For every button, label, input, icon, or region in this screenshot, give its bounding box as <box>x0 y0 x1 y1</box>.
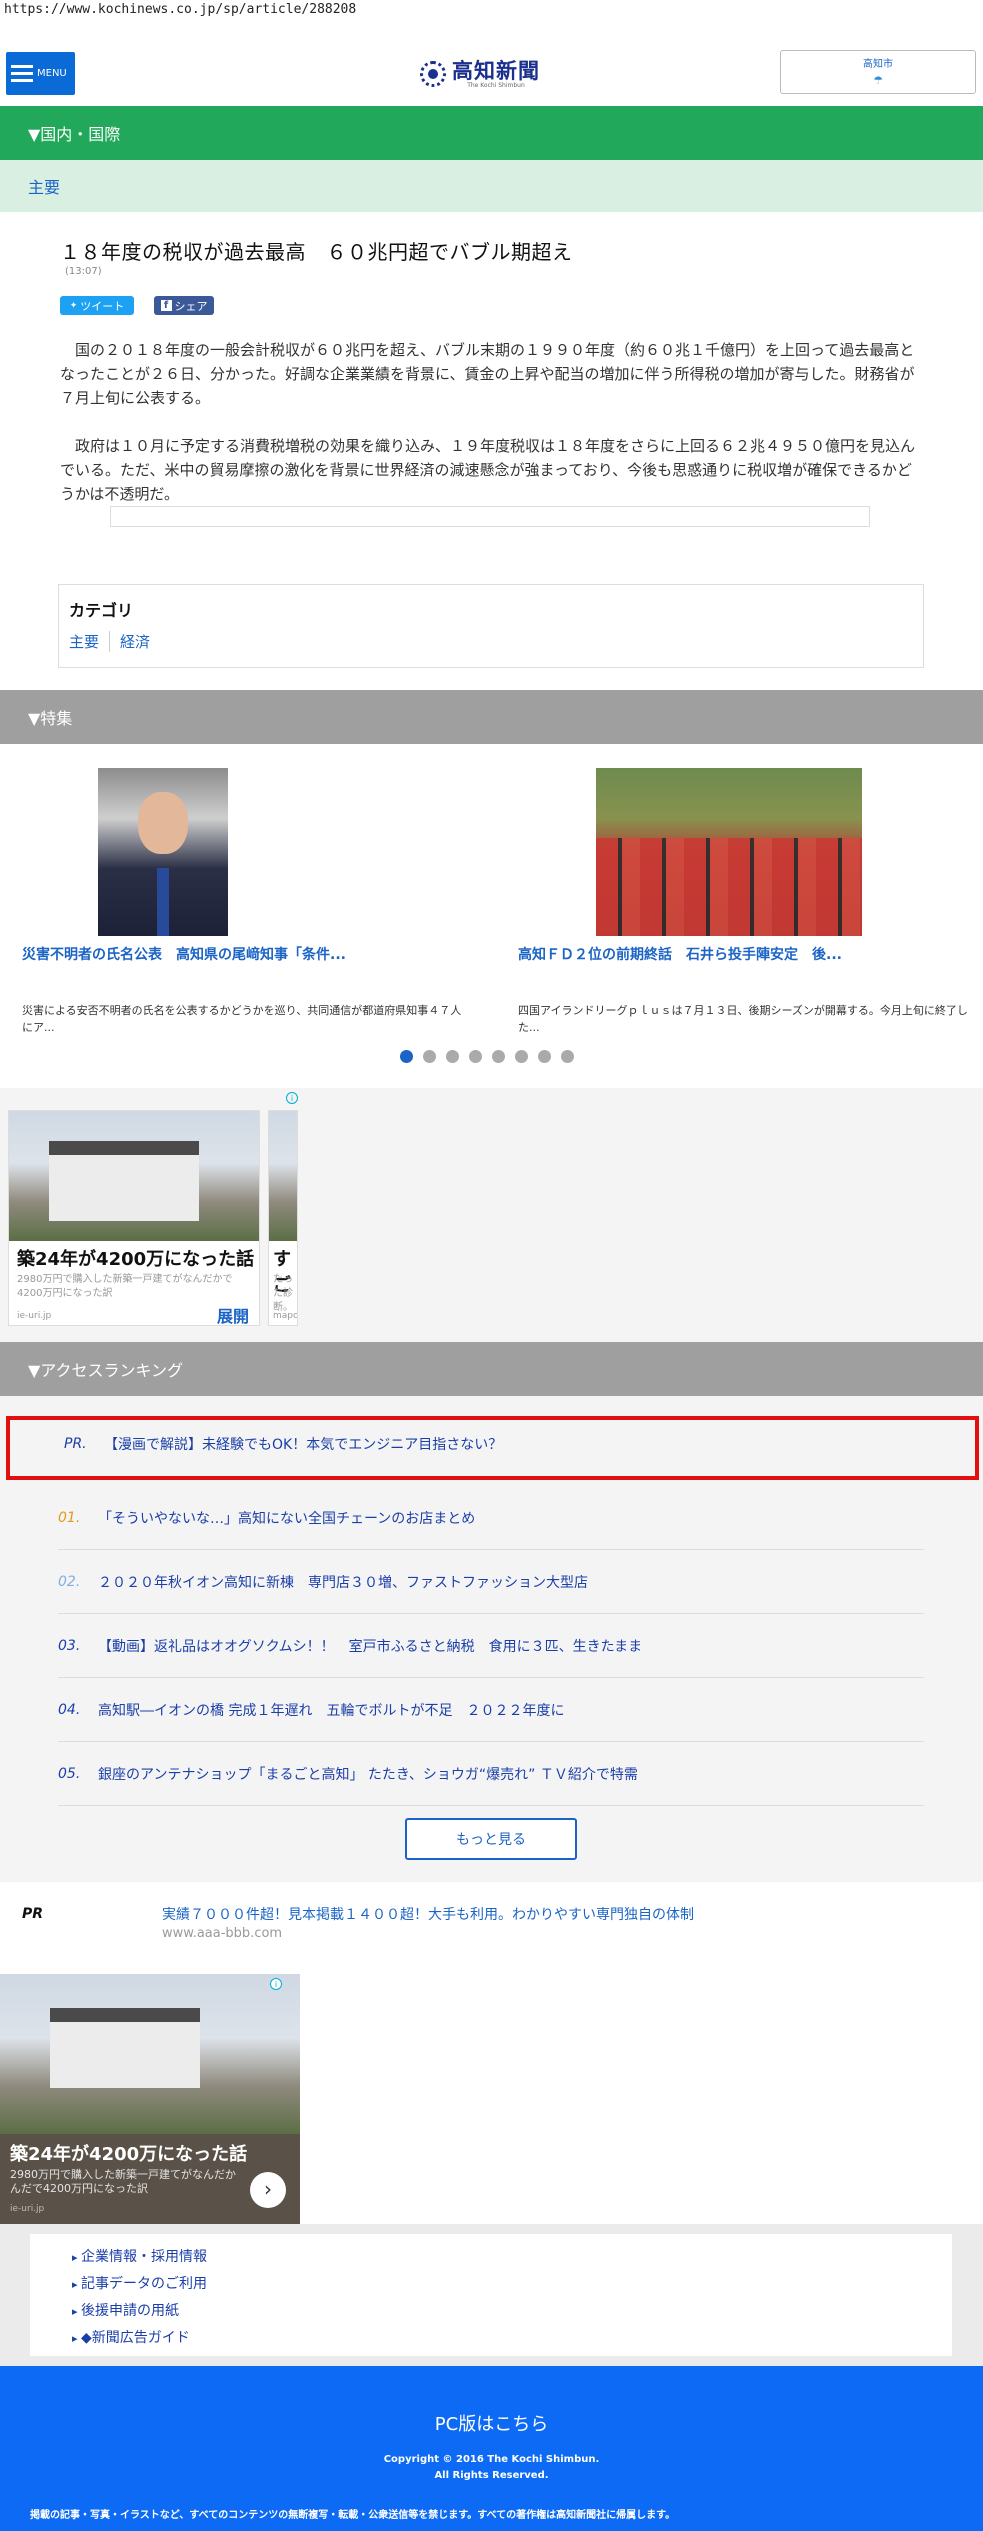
menu-button[interactable]: MENU <box>6 52 75 95</box>
footer-link-ad-guide[interactable]: ◆新聞広告ガイド <box>72 2327 952 2354</box>
section-header-domestic: ▼国内・国際 <box>0 106 983 160</box>
ranking-row[interactable]: 05. 銀座のアンテナショップ「まるごと高知」 たたき、ショウガ“爆売れ” ＴＶ紹… <box>58 1742 924 1806</box>
feature-link-1[interactable]: 災害不明者の氏名公表 高知県の尾﨑知事「条件... <box>22 944 346 964</box>
section-header-feature: ▼特集 <box>0 690 983 744</box>
share-label: シェア <box>174 299 208 313</box>
ranking-title: 【動画】返礼品はオオグソクムシ！！ 室戸市ふるさと納税 食用に３匹、生きたまま <box>98 1638 643 1655</box>
site-footer: PC版はこちら Copyright © 2016 The Kochi Shimb… <box>0 2366 983 2531</box>
ranking-row[interactable]: 04. 高知駅―イオンの橋 完成１年遅れ 五輪でボルトが不足 ２０２２年度に <box>58 1678 924 1742</box>
hamburger-icon <box>11 61 33 86</box>
ad-sub-2: たった診断。 <box>273 1274 293 1313</box>
section-header-ranking: ▼アクセスランキング <box>0 1342 983 1396</box>
pc-version-link[interactable]: PC版はこちら <box>0 2410 983 2436</box>
carousel-dot[interactable] <box>446 1050 459 1063</box>
banner-ad-source: ie-uri.jp <box>10 2204 45 2214</box>
ad-card-1[interactable]: 築24年が4200万になった話 2980万円で購入した新築一戸建てがなんだかで4… <box>8 1110 260 1326</box>
carousel-dot[interactable] <box>469 1050 482 1063</box>
umbrella-icon: ☂ <box>873 74 883 87</box>
carousel-dot[interactable] <box>515 1050 528 1063</box>
weather-city: 高知市 <box>863 59 893 70</box>
category-box: カテゴリ 主要 経済 <box>58 584 924 668</box>
logo-english: The Kochi Shimbun <box>467 81 525 89</box>
chevron-right-icon[interactable]: › <box>250 2172 286 2208</box>
feature-desc-2: 四国アイランドリーグｐｌｕｓは７月１３日、後期シーズンが開幕する。今月上旬に終了… <box>518 1004 968 1034</box>
copyright-line-1: Copyright © 2016 The Kochi Shimbun. <box>383 2454 600 2465</box>
ranking-row[interactable]: 02. ２０２０年秋イオン高知に新棟 専門店３０増、ファストファッション大型店 <box>58 1550 924 1614</box>
tweet-label: ツイート <box>80 299 125 313</box>
footer-link-data[interactable]: 記事データのご利用 <box>72 2273 952 2300</box>
footer-links-area: 企業情報・採用情報 記事データのご利用 後援申請の用紙 ◆新聞広告ガイド <box>0 2224 983 2366</box>
ad-info-icon[interactable]: i <box>286 1092 298 1104</box>
ranking-title: 高知駅―イオンの橋 完成１年遅れ 五輪でボルトが不足 ２０２２年度に <box>98 1702 565 1719</box>
pr-ad-label: PR <box>22 1906 44 1922</box>
category-link-main[interactable]: 主要 <box>69 631 109 652</box>
footer-link-company[interactable]: 企業情報・採用情報 <box>72 2246 952 2273</box>
copyright-notice: 掲載の記事・写真・イラストなど、すべてのコンテンツの無断複写・転載・公衆送信等を… <box>30 2510 676 2521</box>
copyright-line-2: All Rights Reserved. <box>434 2470 549 2481</box>
ad-sub-1: 2980万円で購入した新築一戸建てがなんだかで4200万円になった訳 <box>17 1274 233 1299</box>
banner-ad-sub: 2980万円で購入した新築一戸建てがなんだかんだで4200万円になった訳 <box>10 2168 236 2195</box>
site-header: MENU 高知新聞 The Kochi Shimbun 高知市 ☂ <box>0 40 983 106</box>
tweet-button[interactable]: ✦ ツイート <box>60 296 134 315</box>
article-paragraph-2: 政府は１０月に予定する消費税増税の効果を織り込み、１９年度税収は１８年度をさらに… <box>60 437 916 503</box>
pr-text-ad[interactable]: PR 実績７０００件超！見本掲載１４００超！大手も利用。わかりやすい専門独自の体… <box>0 1882 983 1968</box>
ranking-number: 04. <box>58 1701 81 1718</box>
logo-text: 高知新聞 <box>452 57 540 83</box>
menu-label: MENU <box>37 68 67 79</box>
ad-info-icon[interactable]: i <box>270 1978 282 1990</box>
ranking-row[interactable]: 01. 「そういやないな…」高知にない全国チェーンのお店まとめ <box>58 1486 924 1550</box>
ranking-number: 05. <box>58 1765 81 1782</box>
ranking-pr-row[interactable]: PR. 【漫画で解説】未経験でもOK！本気でエンジニア目指さない？ <box>6 1416 979 1480</box>
ranking-title: 「そういやないな…」高知にない全国チェーンのお店まとめ <box>98 1510 476 1527</box>
twitter-bird-icon: ✦ <box>69 300 78 311</box>
embed-placeholder <box>110 506 870 527</box>
feature-image-2[interactable] <box>596 768 862 936</box>
article-paragraph-1: 国の２０１８年度の一般会計税収が６０兆円を超え、バブル末期の１９９０年度（約６０… <box>60 341 915 407</box>
url-bar[interactable]: https://www.kochinews.co.jp/sp/article/2… <box>0 0 983 22</box>
pr-ad-link[interactable]: 実績７０００件超！見本掲載１４００超！大手も利用。わかりやすい専門独自の体制 <box>162 1904 694 1924</box>
pr-ad-domain: www.aaa-bbb.com <box>162 1926 283 1941</box>
carousel-dot[interactable] <box>492 1050 505 1063</box>
pr-label: PR. <box>64 1436 87 1452</box>
site-logo[interactable]: 高知新聞 The Kochi Shimbun <box>420 56 565 92</box>
ad-source-1: ie-uri.jp <box>17 1311 52 1321</box>
ranking-title: 銀座のアンテナショップ「まるごと高知」 たたき、ショウガ“爆売れ” ＴＶ紹介で特… <box>98 1766 638 1783</box>
article-time: (13:07) <box>65 266 102 277</box>
ranking-number: 01. <box>58 1509 81 1526</box>
ad-title-1: 築24年が4200万になった話 <box>17 1249 255 1270</box>
banner-ad[interactable]: 築24年が4200万になった話 2980万円で購入した新築一戸建てがなんだかんだ… <box>0 1974 300 2224</box>
ranking-list: PR. 【漫画で解説】未経験でもOK！本気でエンジニア目指さない？ 01. 「そう… <box>0 1396 983 1882</box>
carousel-dot[interactable] <box>561 1050 574 1063</box>
ranking-title: ２０２０年秋イオン高知に新棟 専門店３０増、ファストファッション大型店 <box>98 1574 588 1591</box>
category-title: カテゴリ <box>69 601 134 620</box>
ad-carousel[interactable]: 築24年が4200万になった話 2980万円で購入した新築一戸建てがなんだかで4… <box>0 1088 983 1342</box>
ad-source-2: mapo <box>273 1311 298 1321</box>
feature-image-1[interactable] <box>98 768 228 936</box>
category-link-economy[interactable]: 経済 <box>109 631 160 652</box>
ranking-number: 02. <box>58 1573 81 1590</box>
more-button[interactable]: もっと見る <box>405 1818 577 1860</box>
ad-expand-button[interactable]: 展開 <box>217 1303 249 1325</box>
carousel-dot[interactable] <box>538 1050 551 1063</box>
facebook-share-button[interactable]: f シェア <box>154 296 214 315</box>
feature-desc-1: 災害による安否不明者の氏名を公表するかどうかを巡り、共同通信が都道府県知事４７人… <box>22 1004 462 1034</box>
weather-widget[interactable]: 高知市 ☂ <box>780 50 976 94</box>
sun-logo-icon <box>420 61 446 87</box>
feature-link-2[interactable]: 高知ＦＤ２位の前期終話 石井ら投手陣安定 後... <box>518 944 842 964</box>
carousel-dot[interactable] <box>423 1050 436 1063</box>
footer-link-sponsor[interactable]: 後援申請の用紙 <box>72 2300 952 2327</box>
subsection-main[interactable]: 主要 <box>0 160 983 212</box>
ranking-row[interactable]: 03. 【動画】返礼品はオオグソクムシ！！ 室戸市ふるさと納税 食用に３匹、生きた… <box>58 1614 924 1678</box>
ranking-number: 03. <box>58 1637 81 1654</box>
facebook-icon: f <box>160 300 172 311</box>
banner-ad-title: 築24年が4200万になった話 <box>10 2144 248 2165</box>
pr-text: 【漫画で解説】未経験でもOK！本気でエンジニア目指さない？ <box>104 1437 503 1453</box>
carousel-dot[interactable] <box>400 1050 413 1063</box>
carousel-dots[interactable] <box>400 1050 584 1063</box>
ad-card-2[interactable]: すご たった診断。 mapo <box>268 1110 298 1326</box>
article-title: １８年度の税収が過去最高 ６０兆円超でバブル期超え <box>60 240 573 264</box>
feature-carousel[interactable]: 災害不明者の氏名公表 高知県の尾﨑知事「条件... 災害による安否不明者の氏名を… <box>0 744 983 1088</box>
